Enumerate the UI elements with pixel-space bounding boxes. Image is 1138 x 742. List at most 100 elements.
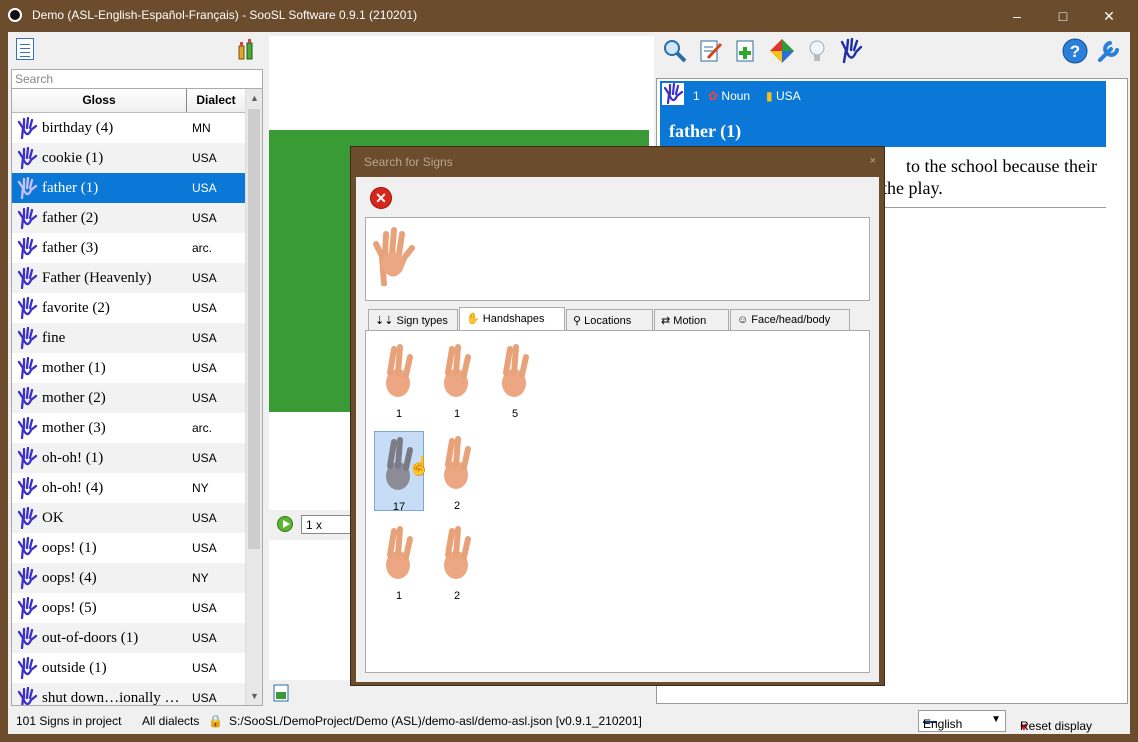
table-row[interactable]: cookie (1) USA xyxy=(12,143,246,173)
dialect-cell: USA xyxy=(192,211,217,225)
table-row[interactable]: oops! (4) NY xyxy=(12,563,246,593)
table-row[interactable]: oops! (5) USA xyxy=(12,593,246,623)
table-row[interactable]: oops! (1) USA xyxy=(12,533,246,563)
tab-locations[interactable]: ⚲ Locations xyxy=(566,309,653,331)
handshape-count: 2 xyxy=(453,590,461,602)
window-title: Demo (ASL-English-Español-Français) - So… xyxy=(32,8,418,22)
handshape-icon xyxy=(386,344,413,397)
handshape-option[interactable]: 1 xyxy=(432,339,482,420)
sign-hand-icon xyxy=(17,507,38,529)
pointer-cursor-icon: ☝ xyxy=(408,456,431,476)
new-sign-icon[interactable] xyxy=(16,38,34,60)
selected-handshape-icon[interactable] xyxy=(372,226,418,286)
handshape-option[interactable]: 5 xyxy=(490,339,540,420)
scrollbar-thumb[interactable] xyxy=(248,109,260,549)
play-icon[interactable] xyxy=(277,516,293,532)
chevron-down-icon: ▼ xyxy=(991,714,1001,725)
gloss-cell: OK xyxy=(42,509,64,526)
part-of-speech-icon: ✿ xyxy=(708,89,719,103)
vertical-scrollbar[interactable]: ▲ ▼ xyxy=(245,89,262,705)
table-row[interactable]: Father (Heavenly) USA xyxy=(12,263,246,293)
dialects-icon[interactable] xyxy=(238,38,254,60)
maximize-button[interactable]: □ xyxy=(1040,0,1086,32)
dialect-cell: arc. xyxy=(192,241,213,255)
table-row[interactable]: shut down…ionally … USA xyxy=(12,683,246,706)
sign-hand-icon xyxy=(17,177,38,199)
dialog-close-button[interactable]: × xyxy=(870,155,876,167)
scroll-up-arrow[interactable]: ▲ xyxy=(246,89,262,107)
handshape-option[interactable]: 2 xyxy=(432,521,482,602)
table-row[interactable]: oh-oh! (4) NY xyxy=(12,473,246,503)
gloss-cell: father (2) xyxy=(42,209,99,226)
table-row[interactable]: mother (1) USA xyxy=(12,353,246,383)
dialect-label: USA xyxy=(775,89,801,103)
dialect-filter[interactable]: All dialects xyxy=(142,714,199,728)
table-row[interactable]: outside (1) USA xyxy=(12,653,246,683)
handshape-count: 5 xyxy=(511,408,519,420)
scroll-down-arrow[interactable]: ▼ xyxy=(246,687,262,705)
edit-icon[interactable] xyxy=(698,38,724,64)
table-row[interactable]: OK USA xyxy=(12,503,246,533)
sign-list-panel: Gloss Dialect birthday (4) MN cookie (1) US… xyxy=(8,32,266,706)
tab-face-head-body[interactable]: ☺ Face/head/body xyxy=(730,309,850,331)
table-row[interactable]: father (2) USA xyxy=(12,203,246,233)
sign-title: father (1) xyxy=(669,121,742,141)
title-bar: Demo (ASL-English-Español-Français) - So… xyxy=(0,0,1138,32)
gloss-cell: shut down…ionally … xyxy=(42,689,180,706)
dialect-cell: NY xyxy=(192,571,209,585)
minimize-button[interactable]: – xyxy=(994,0,1040,32)
dialect-cell: USA xyxy=(192,181,217,195)
hand-icon: ✋ xyxy=(466,313,480,325)
search-dialog: Search for Signs × ✕ ⇣⇣ Sign types ✋ Han… xyxy=(350,146,885,686)
dialect-cell: USA xyxy=(192,271,217,285)
table-row[interactable]: birthday (4) MN xyxy=(12,113,246,143)
table-row[interactable]: fine USA xyxy=(12,323,246,353)
add-sign-icon[interactable] xyxy=(733,38,759,64)
handshape-count: 1 xyxy=(395,408,403,420)
speed-spinbox[interactable]: 1 x xyxy=(301,515,351,534)
dialect-cell: USA xyxy=(192,361,217,375)
gloss-cell: favorite (2) xyxy=(42,299,110,316)
sign-types-icon: ⇣⇣ xyxy=(375,315,394,327)
tab-handshapes[interactable]: ✋ Handshapes xyxy=(459,307,565,332)
help-icon[interactable]: ? xyxy=(1062,38,1088,64)
gloss-column-header[interactable]: Gloss xyxy=(12,89,187,112)
dialect-cell: USA xyxy=(192,331,217,345)
table-row[interactable]: favorite (2) USA xyxy=(12,293,246,323)
table-row[interactable]: oh-oh! (1) USA xyxy=(12,443,246,473)
status-bar: 101 Signs in project All dialects 🔒 S:/S… xyxy=(8,708,1130,734)
clear-search-button[interactable]: ✕ xyxy=(370,187,392,209)
table-row[interactable]: father (1) USA xyxy=(12,173,246,203)
color-wheel-icon[interactable] xyxy=(769,38,795,64)
lightbulb-icon[interactable] xyxy=(804,38,830,64)
table-row[interactable]: mother (3) arc. xyxy=(12,413,246,443)
app-icon xyxy=(8,8,22,22)
table-row[interactable]: father (3) arc. xyxy=(12,233,246,263)
handshape-option[interactable]: 2 xyxy=(432,431,482,512)
handshape-icon[interactable] xyxy=(838,38,864,64)
language-select[interactable]: English ▼ xyxy=(918,710,1006,732)
gloss-cell: birthday (4) xyxy=(42,119,114,136)
sign-hand-icon xyxy=(17,207,38,229)
motion-icon: ⇄ xyxy=(661,315,671,327)
search-input[interactable] xyxy=(11,69,263,89)
signs-count: 101 Signs in project xyxy=(16,714,122,728)
dialect-cell: USA xyxy=(192,511,217,525)
search-icon[interactable] xyxy=(662,38,688,64)
tab-sign-types[interactable]: ⇣⇣ Sign types xyxy=(368,309,458,331)
handshape-grid: 1 1 5 17 2 1 2 ☝ xyxy=(365,330,870,673)
gloss-cell: oops! (4) xyxy=(42,569,97,586)
close-button[interactable]: ✕ xyxy=(1086,0,1132,32)
handshape-icon xyxy=(386,526,413,579)
sign-hand-icon xyxy=(17,537,38,559)
table-row[interactable]: mother (2) USA xyxy=(12,383,246,413)
selected-criteria-box xyxy=(365,217,870,301)
tab-motion[interactable]: ⇄ Motion xyxy=(654,309,729,331)
table-row[interactable]: out-of-doors (1) USA xyxy=(12,623,246,653)
handshape-option[interactable]: 1 xyxy=(374,339,424,420)
media-file-icon[interactable] xyxy=(273,684,289,702)
dialect-column-header[interactable]: Dialect xyxy=(187,89,246,112)
settings-wrench-icon[interactable] xyxy=(1096,38,1122,64)
selected-sense-header[interactable]: 1 ✿ Noun ▮ USA father (1) xyxy=(660,81,1106,147)
handshape-option[interactable]: 1 xyxy=(374,521,424,602)
